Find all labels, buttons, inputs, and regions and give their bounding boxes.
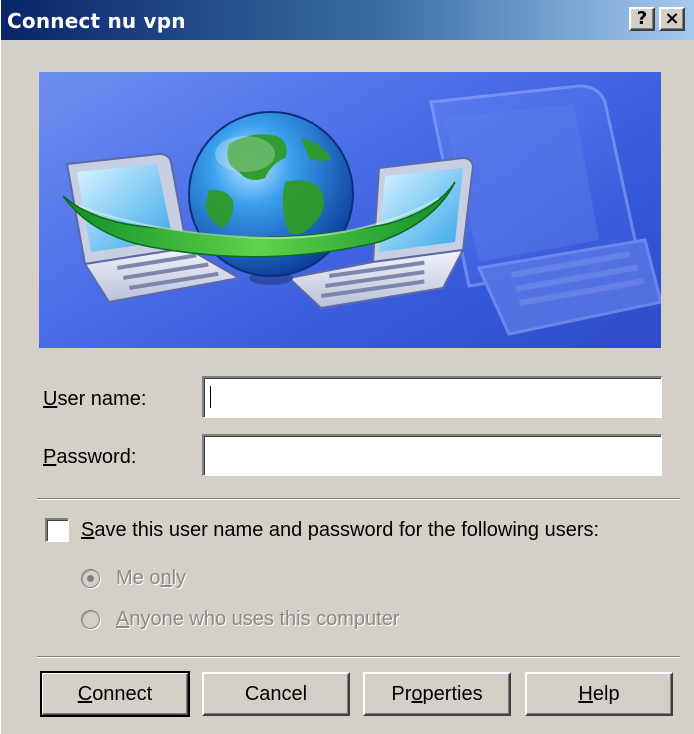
window-title: Connect nu vpn — [7, 9, 186, 33]
cancel-button[interactable]: Cancel — [202, 672, 350, 716]
title-bar[interactable]: Connect nu vpn ? × — [1, 0, 694, 40]
radio-button-icon[interactable] — [81, 610, 100, 629]
separator-bottom — [37, 656, 680, 658]
username-label: User name: — [43, 388, 147, 410]
connect-dialog: Connect nu vpn ? × User name: Password: … — [0, 0, 694, 734]
radio-button-icon[interactable] — [81, 569, 100, 588]
properties-button[interactable]: Properties — [363, 672, 511, 716]
separator-top — [37, 498, 680, 500]
text-caret — [210, 386, 211, 408]
help-button[interactable]: Help — [525, 672, 673, 716]
help-title-button[interactable]: ? — [629, 7, 655, 31]
save-credentials-label[interactable]: Save this user name and password for the… — [81, 519, 599, 542]
connect-button[interactable]: Connect — [40, 671, 190, 717]
network-globe-laptops-icon — [62, 84, 661, 336]
radio-me-only-label: Me only — [116, 567, 187, 589]
username-input[interactable] — [202, 376, 662, 418]
save-credentials-checkbox[interactable] — [45, 518, 69, 542]
radio-anyone-label: Anyone who uses this computer — [116, 608, 400, 630]
password-label: Password: — [43, 446, 137, 468]
network-banner-image — [39, 72, 661, 348]
radio-selected-dot — [87, 575, 94, 582]
password-input[interactable] — [202, 434, 662, 476]
close-title-button[interactable]: × — [659, 7, 685, 31]
